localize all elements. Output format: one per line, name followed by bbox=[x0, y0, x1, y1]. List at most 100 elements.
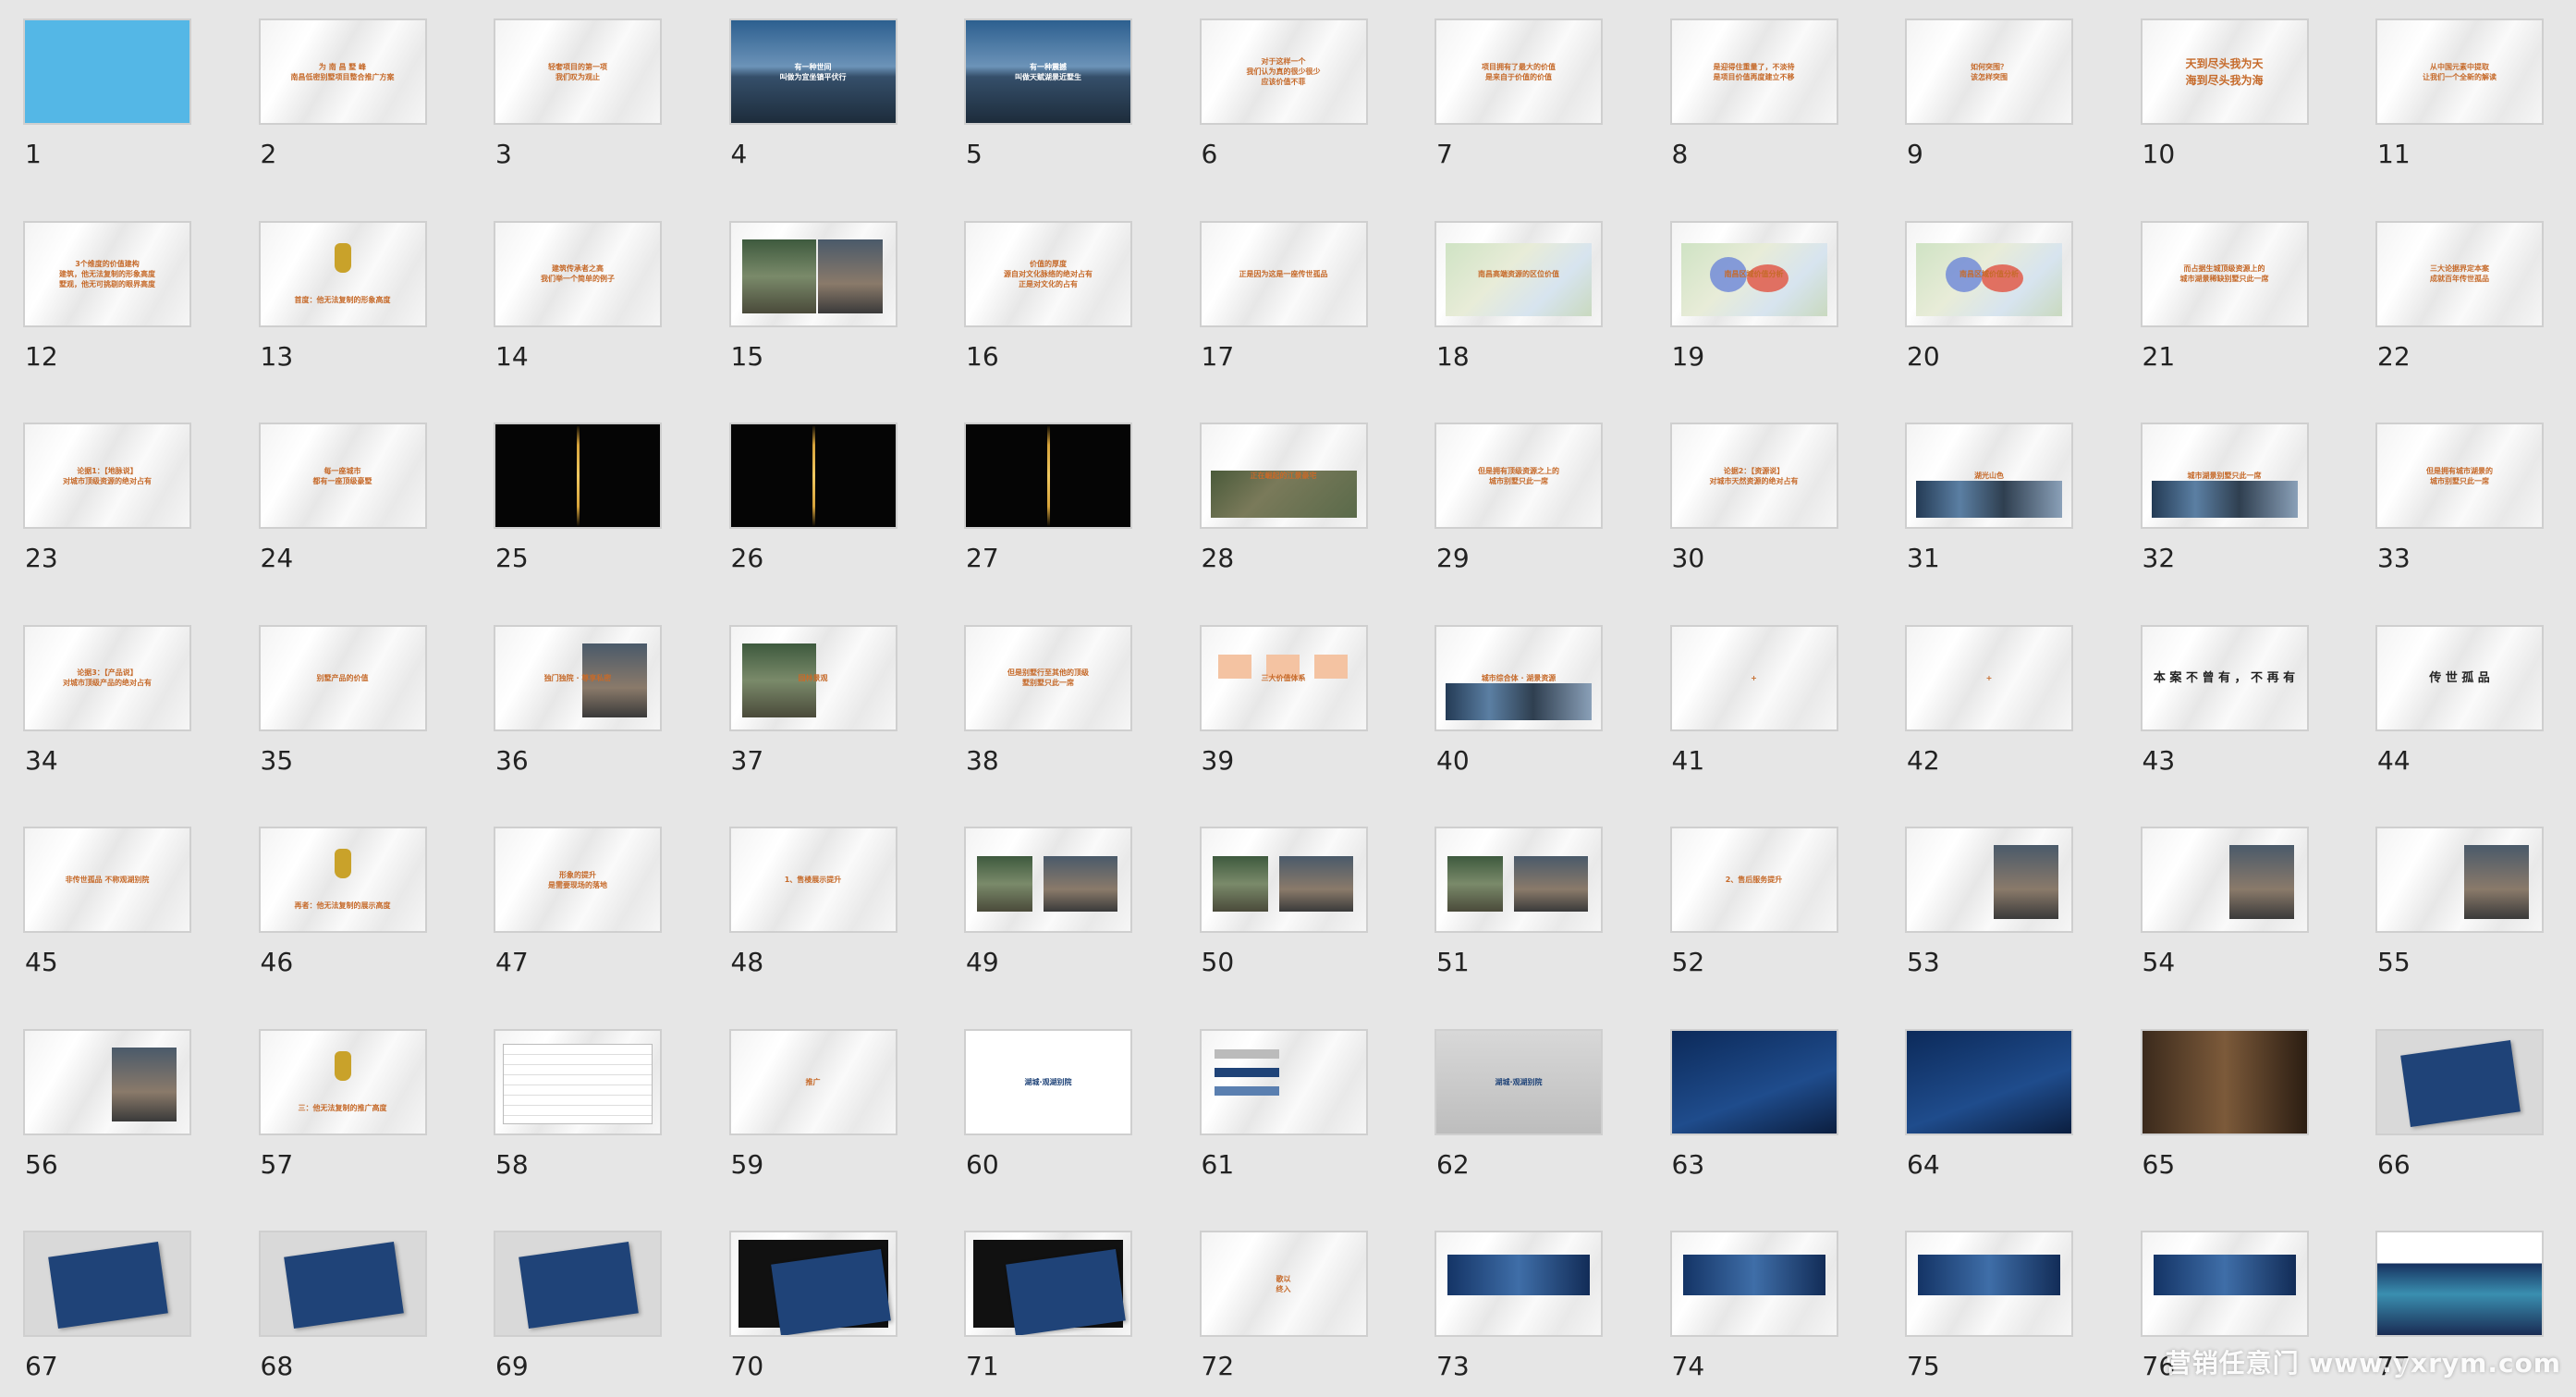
slide-thumbnail-cell[interactable]: 55 bbox=[2352, 808, 2544, 993]
slide-thumbnail-cell[interactable]: 正是因为这是一座传世孤品 17 bbox=[1177, 202, 1368, 387]
slide-thumbnail[interactable]: 论据1：【地脉说】 对城市顶级资源的绝对占有 bbox=[23, 423, 191, 529]
slide-thumbnail[interactable]: 有一种世间 叫做为宜坐镇平伏行 bbox=[728, 18, 897, 125]
slide-thumbnail[interactable] bbox=[964, 423, 1132, 529]
slide-thumbnail-cell[interactable]: 67 bbox=[0, 1212, 191, 1397]
slide-thumbnail-cell[interactable]: 1、售楼展示提升 48 bbox=[706, 808, 897, 993]
slide-thumbnail-cell[interactable]: 歌以 终入 72 bbox=[1177, 1212, 1368, 1397]
slide-thumbnail[interactable] bbox=[1435, 827, 1603, 933]
slide-thumbnail[interactable]: 推广 bbox=[728, 1028, 897, 1135]
slide-thumbnail-cell[interactable]: 别墅产品的价值 35 bbox=[236, 607, 427, 791]
slide-thumbnail[interactable] bbox=[1905, 1028, 2073, 1135]
slide-thumbnail[interactable]: 湖光山色 bbox=[1905, 423, 2073, 529]
slide-thumbnail[interactable] bbox=[494, 423, 662, 529]
slide-thumbnail[interactable] bbox=[23, 18, 191, 125]
slide-thumbnail-cell[interactable]: 61 bbox=[1177, 1011, 1368, 1195]
slide-thumbnail[interactable]: 论据2：【资源说】 对城市天然资源的绝对占有 bbox=[1669, 423, 1838, 529]
slide-thumbnail-cell[interactable]: 65 bbox=[2118, 1011, 2309, 1195]
slide-thumbnail[interactable]: 论据3：【产品说】 对城市顶级产品的绝对占有 bbox=[23, 624, 191, 731]
slide-thumbnail-cell[interactable]: 再者：他无法复制的展示高度 46 bbox=[236, 808, 427, 993]
slide-thumbnail[interactable] bbox=[728, 423, 897, 529]
slide-thumbnail[interactable]: 南昌区域价值分析 bbox=[1669, 220, 1838, 327]
slide-thumbnail-cell[interactable]: 形象的提升 是需要现场的落地 47 bbox=[470, 808, 662, 993]
slide-thumbnail-cell[interactable]: 54 bbox=[2118, 808, 2309, 993]
slide-thumbnail-cell[interactable]: 但是拥有顶级资源之上的 城市别墅只此一席 29 bbox=[1411, 404, 1603, 589]
slide-thumbnail-cell[interactable]: 城市综合体 · 湖景资源 40 bbox=[1411, 607, 1603, 791]
slide-thumbnail-cell[interactable]: 每一座城市 都有一座顶级豪墅 24 bbox=[236, 404, 427, 589]
slide-thumbnail-cell[interactable]: 69 bbox=[470, 1212, 662, 1397]
slide-thumbnail-cell[interactable]: 26 bbox=[706, 404, 897, 589]
slide-thumbnail[interactable]: 有一种震撼 叫做天赋湖景近墅生 bbox=[964, 18, 1132, 125]
slide-thumbnail-cell[interactable]: 但是拥有城市湖景的 城市别墅只此一席 33 bbox=[2352, 404, 2544, 589]
slide-thumbnail[interactable]: 轻奢项目的第一项 我们叹为观止 bbox=[494, 18, 662, 125]
slide-thumbnail-cell[interactable]: 城市湖景别墅只此一席 32 bbox=[2118, 404, 2309, 589]
slide-thumbnail[interactable]: 从中国元素中提取 让我们一个全新的解读 bbox=[2375, 18, 2544, 125]
slide-thumbnail-cell[interactable]: 1 bbox=[0, 0, 191, 185]
slide-thumbnail[interactable] bbox=[258, 1231, 427, 1337]
slide-thumbnail-cell[interactable]: 推广 59 bbox=[706, 1011, 897, 1195]
slide-thumbnail[interactable] bbox=[964, 827, 1132, 933]
slide-thumbnail-cell[interactable]: 15 bbox=[706, 202, 897, 387]
slide-thumbnail[interactable]: 为 南 昌 墅 峰南昌低密别墅项目整合推广方案 bbox=[258, 18, 427, 125]
slide-thumbnail[interactable]: 项目拥有了最大的价值 是来自于价值的价值 bbox=[1435, 18, 1603, 125]
slide-thumbnail-cell[interactable]: 74 bbox=[1647, 1212, 1838, 1397]
slide-thumbnail[interactable]: 南昌区域价值分析 bbox=[1905, 220, 2073, 327]
slide-thumbnail[interactable] bbox=[494, 1028, 662, 1135]
slide-thumbnail[interactable]: 本 案 不 曾 有 ， 不 再 有 bbox=[2140, 624, 2309, 731]
slide-thumbnail[interactable]: 天到尽头我为天 海到尽头我为海 bbox=[2140, 18, 2309, 125]
slide-thumbnail-cell[interactable]: +41 bbox=[1647, 607, 1838, 791]
slide-thumbnail[interactable] bbox=[1669, 1028, 1838, 1135]
slide-thumbnail[interactable] bbox=[2140, 1028, 2309, 1135]
slide-thumbnail-cell[interactable]: 而占据生城顶级资源上的 城市湖景稀缺别墅只此一席 21 bbox=[2118, 202, 2309, 387]
slide-thumbnail-cell[interactable]: 价值的厚度 源自对文化脉络的绝对占有 正是对文化的占有 16 bbox=[941, 202, 1132, 387]
slide-thumbnail-cell[interactable]: 68 bbox=[236, 1212, 427, 1397]
slide-thumbnail[interactable]: 城市湖景别墅只此一席 bbox=[2140, 423, 2309, 529]
slide-thumbnail-cell[interactable]: 2、售后服务提升 52 bbox=[1647, 808, 1838, 993]
slide-thumbnail-cell[interactable]: 独门独院 · 尊享私密 36 bbox=[470, 607, 662, 791]
slide-thumbnail[interactable]: 2、售后服务提升 bbox=[1669, 827, 1838, 933]
slide-thumbnail[interactable]: 对于这样一个 我们认为真的很少很少 应该价值不菲 bbox=[1199, 18, 1368, 125]
slide-thumbnail[interactable]: 而占据生城顶级资源上的 城市湖景稀缺别墅只此一席 bbox=[2140, 220, 2309, 327]
slide-thumbnail-cell[interactable]: 51 bbox=[1411, 808, 1603, 993]
slide-thumbnail[interactable]: 3个维度的价值建构 建筑，他无法复制的形象高度 墅观，他无可挑剔的眼界高度 bbox=[23, 220, 191, 327]
slide-thumbnail[interactable]: 首度：他无法复制的形象高度 bbox=[258, 220, 427, 327]
slide-thumbnail-cell[interactable]: 三：他无法复制的推广高度 57 bbox=[236, 1011, 427, 1195]
slide-thumbnail[interactable]: 湖城·观湖别院 bbox=[964, 1028, 1132, 1135]
slide-thumbnail-cell[interactable]: 70 bbox=[706, 1212, 897, 1397]
slide-thumbnail[interactable]: 非传世孤品 不称观湖别院 bbox=[23, 827, 191, 933]
slide-thumbnail[interactable] bbox=[728, 220, 897, 327]
slide-thumbnail[interactable]: 独门独院 · 尊享私密 bbox=[494, 624, 662, 731]
slide-thumbnail-cell[interactable]: 是迎得住重量了，不淡待 是项目价值再度建立不移 8 bbox=[1647, 0, 1838, 185]
slide-thumbnail-cell[interactable]: 正在崛起的江景豪宅 28 bbox=[1177, 404, 1368, 589]
slide-thumbnail-cell[interactable]: 非传世孤品 不称观湖别院 45 bbox=[0, 808, 191, 993]
slide-thumbnail-cell[interactable]: 27 bbox=[941, 404, 1132, 589]
slide-thumbnail-cell[interactable]: 如何突围？ 该怎样突围 9 bbox=[1882, 0, 2073, 185]
slide-thumbnail-cell[interactable]: 湖光山色 31 bbox=[1882, 404, 2073, 589]
slide-thumbnail[interactable] bbox=[964, 1231, 1132, 1337]
slide-thumbnail-cell[interactable]: 建筑传承者之高 我们举一个简单的例子 14 bbox=[470, 202, 662, 387]
slide-thumbnail[interactable] bbox=[494, 1231, 662, 1337]
slide-thumbnail[interactable]: 湖城·观湖别院 bbox=[1435, 1028, 1603, 1135]
slide-thumbnail[interactable] bbox=[1435, 1231, 1603, 1337]
slide-thumbnail-cell[interactable]: 南昌区域价值分析 19 bbox=[1647, 202, 1838, 387]
slide-thumbnail[interactable]: 但是拥有顶级资源之上的 城市别墅只此一席 bbox=[1435, 423, 1603, 529]
slide-thumbnail-cell[interactable]: 论据1：【地脉说】 对城市顶级资源的绝对占有 23 bbox=[0, 404, 191, 589]
slide-thumbnail[interactable]: 三大论据界定本案 成就百年传世孤品 bbox=[2375, 220, 2544, 327]
slide-thumbnail[interactable] bbox=[1905, 827, 2073, 933]
slide-thumbnail[interactable] bbox=[2140, 827, 2309, 933]
slide-thumbnail-cell[interactable]: 园林景观 37 bbox=[706, 607, 897, 791]
slide-thumbnail[interactable]: 是迎得住重量了，不淡待 是项目价值再度建立不移 bbox=[1669, 18, 1838, 125]
slide-thumbnail[interactable]: 如何突围？ 该怎样突围 bbox=[1905, 18, 2073, 125]
slide-thumbnail-cell[interactable]: 58 bbox=[470, 1011, 662, 1195]
slide-thumbnail-cell[interactable]: 本 案 不 曾 有 ， 不 再 有 43 bbox=[2118, 607, 2309, 791]
slide-thumbnail[interactable] bbox=[1669, 1231, 1838, 1337]
slide-thumbnail-cell[interactable]: 三大价值体系 39 bbox=[1177, 607, 1368, 791]
slide-thumbnail[interactable]: 再者：他无法复制的展示高度 bbox=[258, 827, 427, 933]
slide-thumbnail-cell[interactable]: +42 bbox=[1882, 607, 2073, 791]
slide-thumbnail-cell[interactable]: 论据2：【资源说】 对城市天然资源的绝对占有 30 bbox=[1647, 404, 1838, 589]
slide-thumbnail[interactable]: 每一座城市 都有一座顶级豪墅 bbox=[258, 423, 427, 529]
slide-thumbnail[interactable]: + bbox=[1905, 624, 2073, 731]
slide-thumbnail-cell[interactable]: 为 南 昌 墅 峰南昌低密别墅项目整合推广方案 2 bbox=[236, 0, 427, 185]
slide-thumbnail[interactable] bbox=[728, 1231, 897, 1337]
slide-thumbnail-cell[interactable]: 25 bbox=[470, 404, 662, 589]
slide-thumbnail[interactable] bbox=[2140, 1231, 2309, 1337]
